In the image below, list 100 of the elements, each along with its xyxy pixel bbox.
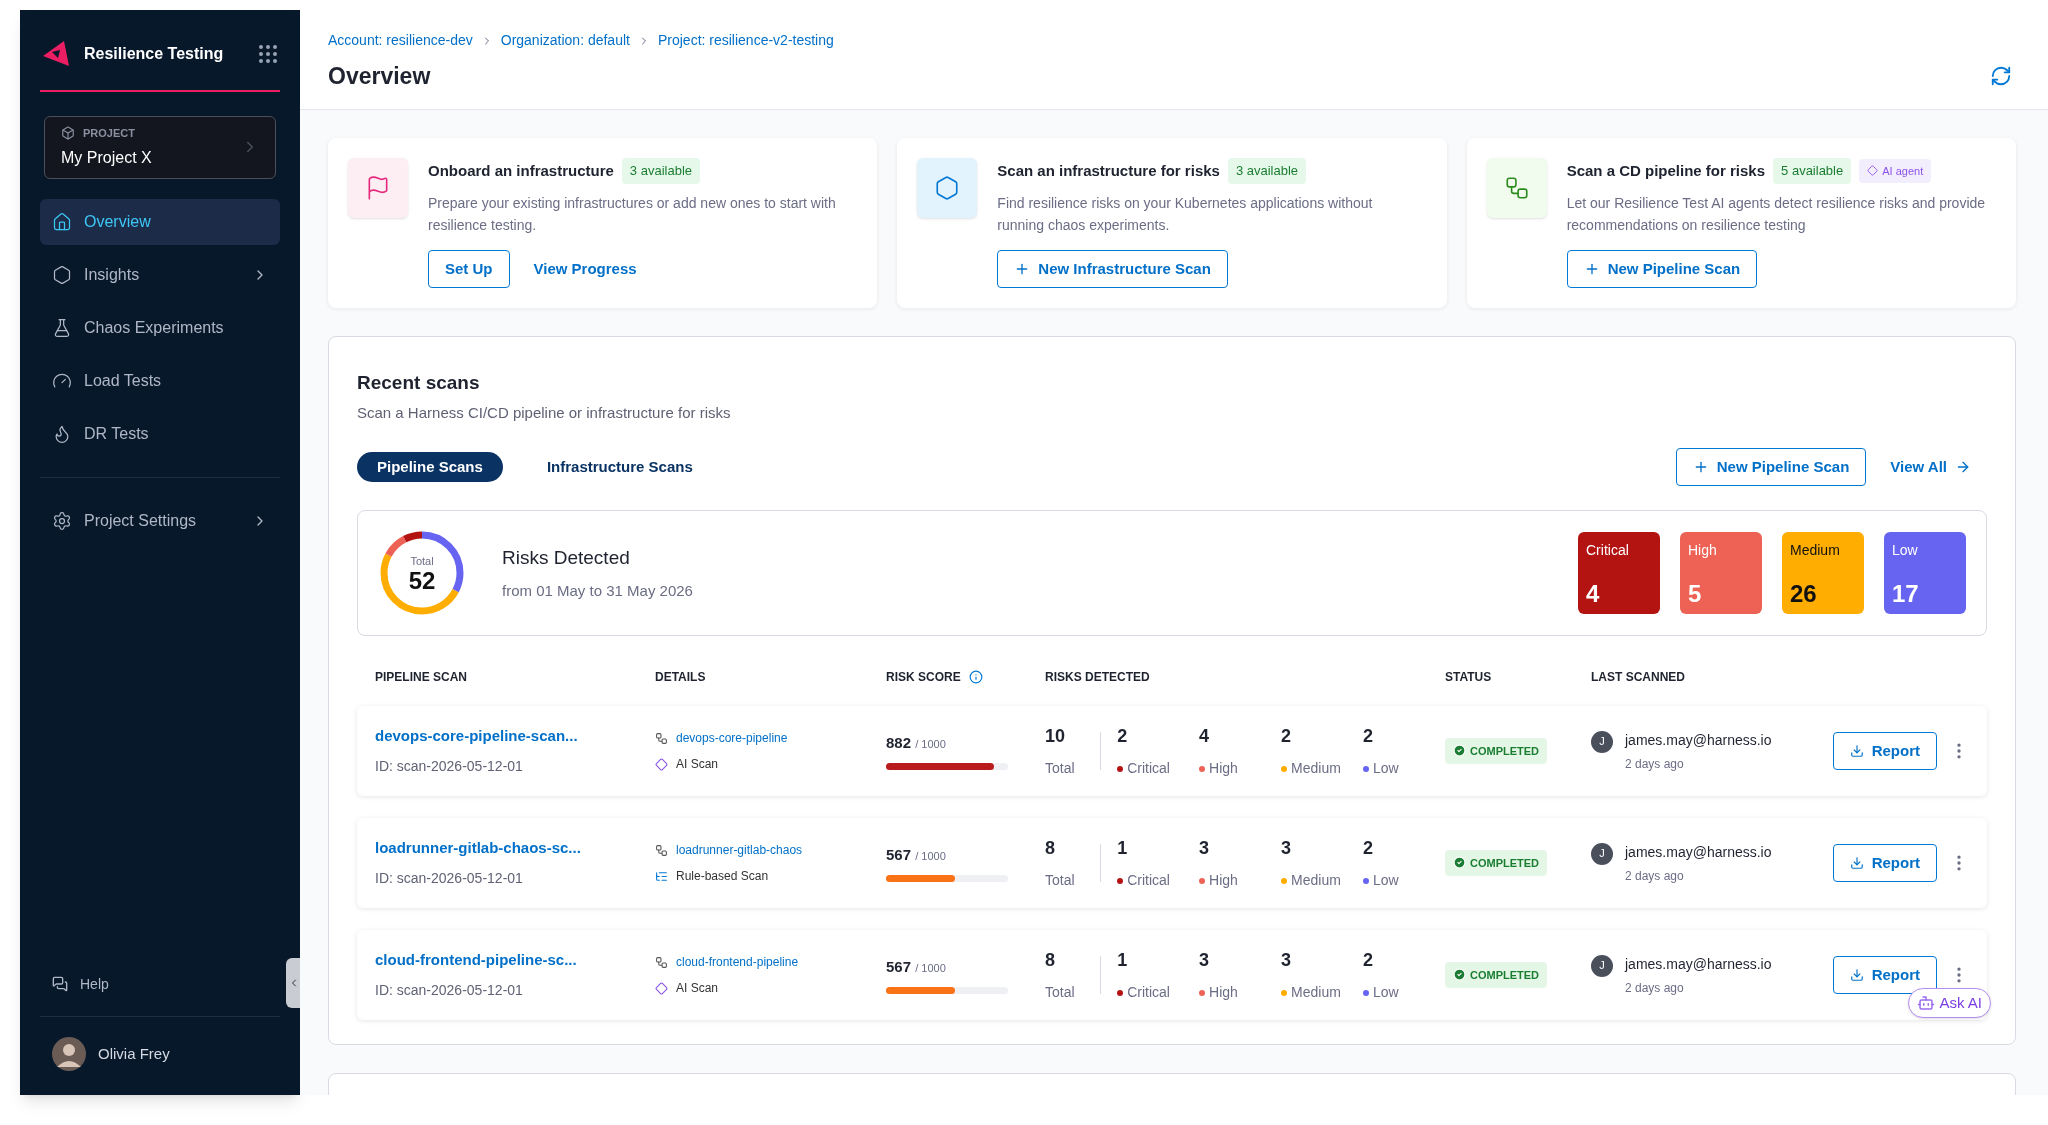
risk-score: 567 / 1000 bbox=[886, 845, 947, 866]
hexagon-icon bbox=[934, 175, 961, 201]
date-range: from 01 May to 31 May 2026 bbox=[502, 581, 694, 601]
severity-label: Medium bbox=[1790, 541, 1841, 560]
app-title: Resilience Testing bbox=[84, 44, 225, 64]
card-description: Find resilience risks on your Kubernetes applications without running chaos experiments. bbox=[997, 193, 1374, 235]
severity-label: High bbox=[1209, 759, 1238, 778]
risks-title: Risks Detected bbox=[502, 545, 631, 570]
refresh-icon[interactable] bbox=[1990, 65, 2012, 88]
risk-count: 1 bbox=[1117, 949, 1129, 972]
risk-count: 3 bbox=[1281, 949, 1293, 972]
download-icon bbox=[1849, 856, 1864, 870]
nav-item[interactable]: DR Tests bbox=[40, 410, 280, 457]
severity-label: High bbox=[1209, 871, 1238, 890]
flask-icon bbox=[52, 317, 72, 338]
pipeline-icon bbox=[1503, 175, 1530, 201]
nav-item[interactable]: Load Tests bbox=[40, 357, 280, 404]
nav-item[interactable]: Project Settings bbox=[40, 497, 280, 544]
help-link[interactable]: Help bbox=[40, 964, 280, 1004]
availability-badge: 3 available bbox=[1227, 158, 1307, 184]
card-description: Prepare your existing infrastructures or add new ones to start with resilience testing. bbox=[428, 193, 837, 235]
pipeline-link[interactable]: cloud-frontend-pipeline bbox=[676, 953, 799, 971]
risk-count: 2 bbox=[1281, 725, 1293, 748]
nav-item[interactable]: Overview bbox=[40, 198, 280, 245]
card-title: Scan a CD pipeline for risks bbox=[1566, 160, 1766, 181]
risk-total: 8 bbox=[1045, 949, 1056, 972]
total-label: Total bbox=[1045, 871, 1076, 890]
scan-id: ID: scan-2026-05-12-01 bbox=[375, 980, 524, 1000]
card-description: Let our Resilience Test AI agents detect resilience risks and provide recommendations on resilience testing bbox=[1566, 193, 1987, 235]
user-avatar bbox=[52, 1037, 86, 1071]
arrow-right-icon bbox=[1955, 459, 1971, 475]
diamond-icon bbox=[655, 757, 668, 771]
report-button[interactable]: Report bbox=[1832, 732, 1937, 770]
total-count: 52 bbox=[408, 569, 436, 594]
scan-time: 2 days ago bbox=[1625, 867, 1685, 885]
severity-label: Medium bbox=[1291, 759, 1341, 778]
cube-icon bbox=[61, 126, 75, 141]
scan-id: ID: scan-2026-05-12-01 bbox=[375, 756, 524, 776]
severity-count: 5 bbox=[1688, 582, 1703, 606]
severity-label: Critical bbox=[1127, 983, 1170, 1002]
info-icon bbox=[968, 670, 983, 684]
diamond-icon bbox=[655, 981, 668, 995]
apps-grid-icon[interactable] bbox=[256, 42, 280, 66]
severity-count: 26 bbox=[1790, 582, 1818, 606]
list-icon bbox=[655, 869, 668, 883]
user-initial-avatar: J bbox=[1591, 954, 1613, 977]
column-header: RISKS DETECTED bbox=[1045, 669, 1150, 686]
card-link[interactable]: View Progress bbox=[533, 257, 637, 281]
nav-item[interactable]: Insights bbox=[40, 251, 280, 298]
view-all-link[interactable]: View All bbox=[1890, 455, 1971, 479]
user-initial-avatar: J bbox=[1591, 730, 1613, 753]
severity-count: 17 bbox=[1892, 582, 1920, 606]
new-pipeline-scan-button[interactable]: New Pipeline Scan bbox=[1675, 448, 1867, 486]
ask-ai-button[interactable]: Ask AI bbox=[1908, 988, 1991, 1018]
breadcrumb-link[interactable]: Project: resilience-v2-testing bbox=[657, 30, 834, 51]
scan-time: 2 days ago bbox=[1625, 755, 1685, 773]
pipeline-icon bbox=[655, 955, 668, 969]
risk-total: 8 bbox=[1045, 837, 1056, 860]
risk-count: 3 bbox=[1281, 837, 1293, 860]
status-badge: COMPLETED bbox=[1445, 849, 1548, 877]
scan-time: 2 days ago bbox=[1625, 979, 1685, 997]
scan-name-link[interactable]: devops-core-pipeline-scan... bbox=[375, 725, 655, 748]
scan-name-link[interactable]: loadrunner-gitlab-chaos-sc... bbox=[375, 837, 655, 860]
risk-count: 4 bbox=[1199, 725, 1211, 748]
severity-label: Critical bbox=[1127, 759, 1170, 778]
card-button[interactable]: Set Up bbox=[428, 250, 510, 288]
user-email: james.may@harness.io bbox=[1625, 730, 1772, 750]
card-button[interactable]: New Pipeline Scan bbox=[1566, 250, 1758, 288]
card-title: Onboard an infrastructure bbox=[428, 160, 614, 181]
severity-label: Critical bbox=[1586, 541, 1630, 560]
check-circle-icon bbox=[1453, 856, 1466, 870]
total-label: Total bbox=[410, 553, 434, 569]
user-email: james.may@harness.io bbox=[1625, 954, 1772, 974]
breadcrumb-link[interactable]: Account: resilience-dev bbox=[328, 30, 473, 51]
settings-icon bbox=[52, 510, 72, 531]
home-icon bbox=[52, 211, 72, 232]
user-initial-avatar: J bbox=[1591, 842, 1613, 865]
scan-id: ID: scan-2026-05-12-01 bbox=[375, 868, 524, 888]
report-button[interactable]: Report bbox=[1832, 844, 1937, 882]
risk-count: 2 bbox=[1363, 837, 1375, 860]
pipeline-link[interactable]: loadrunner-gitlab-chaos bbox=[676, 841, 803, 859]
scan-tab[interactable]: Infrastructure Scans bbox=[526, 452, 713, 482]
chat-icon bbox=[52, 976, 68, 992]
pipeline-link[interactable]: devops-core-pipeline bbox=[676, 729, 788, 747]
breadcrumb-link[interactable]: Organization: default bbox=[500, 30, 630, 51]
total-label: Total bbox=[1045, 983, 1076, 1002]
severity-label: High bbox=[1209, 983, 1238, 1002]
column-header: RISK SCORE bbox=[886, 669, 961, 686]
risk-count: 2 bbox=[1363, 725, 1375, 748]
severity-label: Critical bbox=[1127, 871, 1170, 890]
risk-count: 2 bbox=[1117, 725, 1129, 748]
severity-label: Low bbox=[1892, 541, 1919, 560]
bot-icon bbox=[1917, 994, 1936, 1012]
card-button[interactable]: New Infrastructure Scan bbox=[997, 250, 1228, 288]
total-label: Total bbox=[1045, 759, 1076, 778]
project-selector[interactable]: PROJECT My Project X bbox=[44, 116, 276, 179]
ai-agent-badge: AI agent bbox=[1859, 158, 1932, 183]
scan-tab[interactable]: Pipeline Scans bbox=[357, 452, 503, 482]
nav-item[interactable]: Chaos Experiments bbox=[40, 304, 280, 351]
scan-name-link[interactable]: cloud-frontend-pipeline-sc... bbox=[375, 949, 655, 972]
